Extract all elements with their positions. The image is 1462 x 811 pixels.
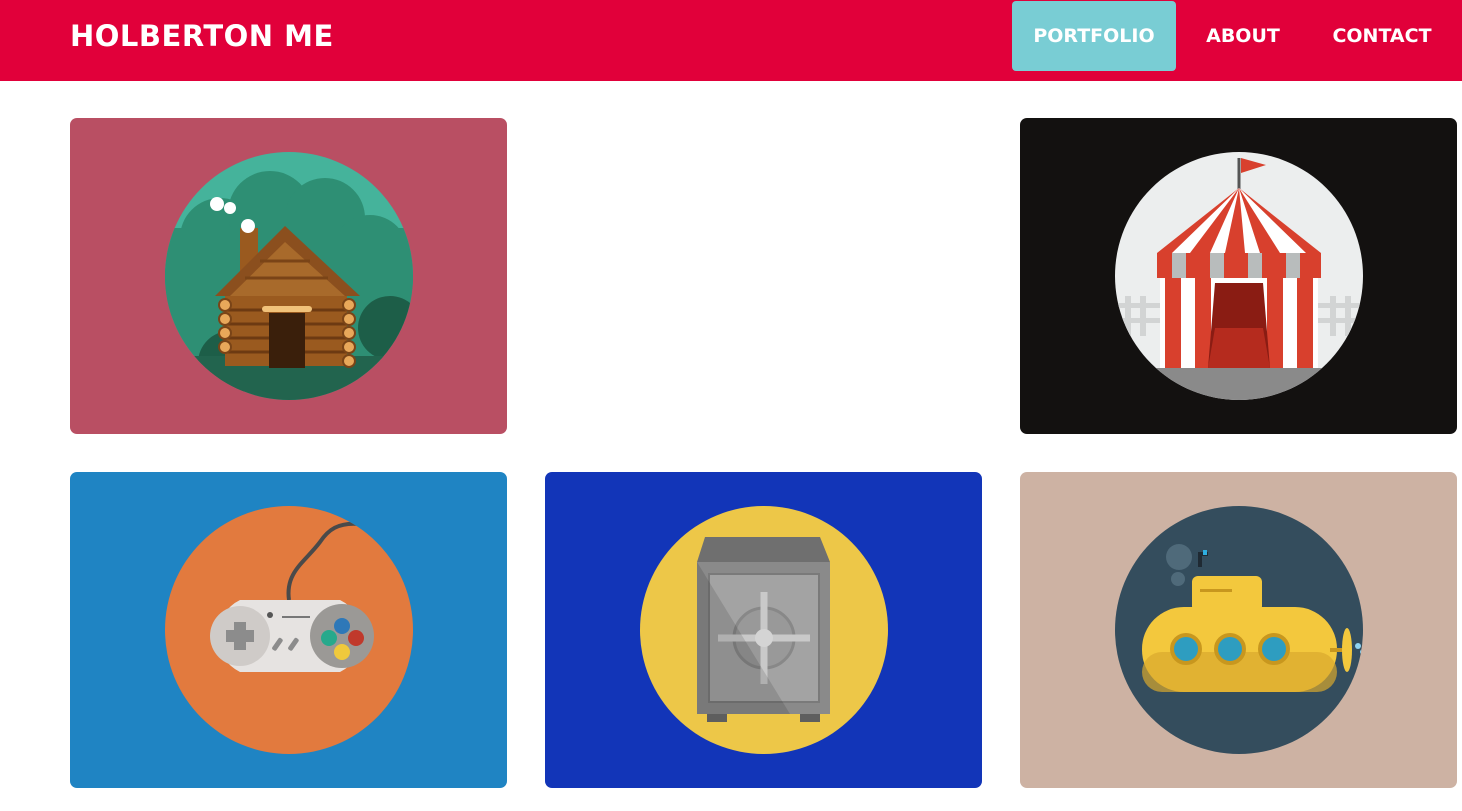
- nav-about[interactable]: ABOUT: [1184, 1, 1302, 71]
- portfolio-tile-safe[interactable]: [545, 472, 982, 788]
- portfolio-tile-cabin[interactable]: [70, 118, 507, 434]
- log-cabin-icon: [165, 152, 413, 400]
- game-controller-icon: [165, 506, 413, 754]
- submarine-icon: [1115, 506, 1363, 754]
- site-brand[interactable]: HOLBERTON ME: [70, 0, 334, 72]
- circus-tent-icon: [1115, 152, 1363, 400]
- portfolio-tile-submarine[interactable]: [1020, 472, 1457, 788]
- safe-icon: [640, 506, 888, 754]
- top-nav-bar: HOLBERTON ME PORTFOLIO ABOUT CONTACT: [0, 0, 1462, 81]
- portfolio-tile-circus[interactable]: [1020, 118, 1457, 434]
- nav-contact[interactable]: CONTACT: [1310, 1, 1454, 71]
- portfolio-tile-controller[interactable]: [70, 472, 507, 788]
- nav-portfolio[interactable]: PORTFOLIO: [1012, 1, 1176, 71]
